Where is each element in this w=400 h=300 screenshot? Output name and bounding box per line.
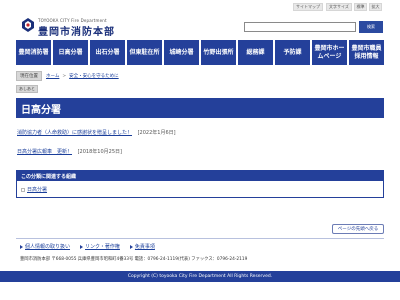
breadcrumb-current-link[interactable]: 安全・安心を守るために <box>69 73 119 79</box>
footer-link-label: リンク・著作権 <box>85 244 120 250</box>
footprint-button[interactable]: あしあと <box>16 85 38 93</box>
breadcrumb-tag: 現在位置 <box>16 71 42 81</box>
nav-item-toyooka-station[interactable]: 豊岡消防署 <box>16 40 51 65</box>
font-large-button[interactable]: 拡大 <box>369 3 382 11</box>
site-header: TOYOOKA CITY Fire Department 豊岡市消防本部 サイト… <box>0 0 400 40</box>
triangle-right-icon <box>80 244 84 249</box>
footer-link-label: 免責事項 <box>134 244 155 250</box>
search-input[interactable] <box>244 22 356 32</box>
footer-link-copyright[interactable]: リンク・著作権 <box>80 243 120 250</box>
nav-item-takeno-office[interactable]: 竹野出張所 <box>201 40 236 65</box>
search-button[interactable]: 検索 <box>359 21 383 33</box>
article-date: [2018年10月25日] <box>77 149 122 155</box>
sitemap-link[interactable]: サイトマップ <box>293 3 323 11</box>
nav-item-tanto-post[interactable]: 但東駐在所 <box>127 40 162 65</box>
nav-item-kinosaki-branch[interactable]: 城崎分署 <box>164 40 199 65</box>
triangle-right-icon <box>129 244 133 249</box>
article-item: 消防協力者（人命救助）に感謝状を贈呈しました！ [2022年1月6日] <box>17 129 176 136</box>
nav-item-city-homepage[interactable]: 豊岡市ホー ムページ <box>312 40 347 65</box>
related-organizations-box: この分類に関連する組織 日高分署 <box>16 170 384 198</box>
footer-address: 豊岡市消防本部 〒668-0055 兵庫県豊岡市昭和町4番33号 電話：0796… <box>20 257 248 262</box>
footer-link-disclaimer[interactable]: 免責事項 <box>129 243 155 250</box>
related-heading: この分類に関連する組織 <box>17 171 383 181</box>
article-item: 日高分署広報車 更新！ [2018年10月25日] <box>17 148 122 155</box>
nav-item-hidaka-branch[interactable]: 日高分署 <box>53 40 88 65</box>
site-title[interactable]: 豊岡市消防本部 <box>38 23 115 38</box>
copyright-bar: Copyright (C) toyooka City Fire Departme… <box>0 271 400 282</box>
nav-item-recruitment[interactable]: 豊岡市職員 採用情報 <box>349 40 384 65</box>
article-link[interactable]: 日高分署広報車 更新！ <box>17 149 72 155</box>
nav-item-prevention[interactable]: 予防課 <box>275 40 310 65</box>
font-size-label: 文字サイズ <box>326 3 352 11</box>
breadcrumb: 現在位置 ホーム > 安全・安心を守るために <box>16 71 119 81</box>
related-item-link[interactable]: 日高分署 <box>27 186 47 193</box>
footer-link-label: 個人情報の取り扱い <box>25 244 71 250</box>
global-nav: 豊岡消防署 日高分署 出石分署 但東駐在所 城崎分署 竹野出張所 総務課 予防課… <box>16 40 384 65</box>
article-link[interactable]: 消防協力者（人命救助）に感謝状を贈呈しました！ <box>17 130 132 136</box>
font-standard-button[interactable]: 標準 <box>354 3 367 11</box>
triangle-right-icon <box>20 244 23 249</box>
page-top-button[interactable]: ページの先頭へ戻る <box>332 224 384 234</box>
breadcrumb-separator: > <box>62 73 67 79</box>
page-title: 日高分署 <box>16 98 384 118</box>
nav-item-general-affairs[interactable]: 総務課 <box>238 40 273 65</box>
article-date: [2022年1月6日] <box>137 130 176 136</box>
breadcrumb-home-link[interactable]: ホーム <box>46 73 59 79</box>
related-item: 日高分署 <box>21 186 47 193</box>
footer-divider <box>16 238 384 239</box>
bullet-icon <box>21 187 25 192</box>
footer-links: 個人情報の取り扱い リンク・著作権 免責事項 <box>20 243 155 250</box>
nav-item-izushi-branch[interactable]: 出石分署 <box>90 40 125 65</box>
footer-link-privacy[interactable]: 個人情報の取り扱い <box>20 243 70 250</box>
city-emblem-icon <box>22 18 34 32</box>
